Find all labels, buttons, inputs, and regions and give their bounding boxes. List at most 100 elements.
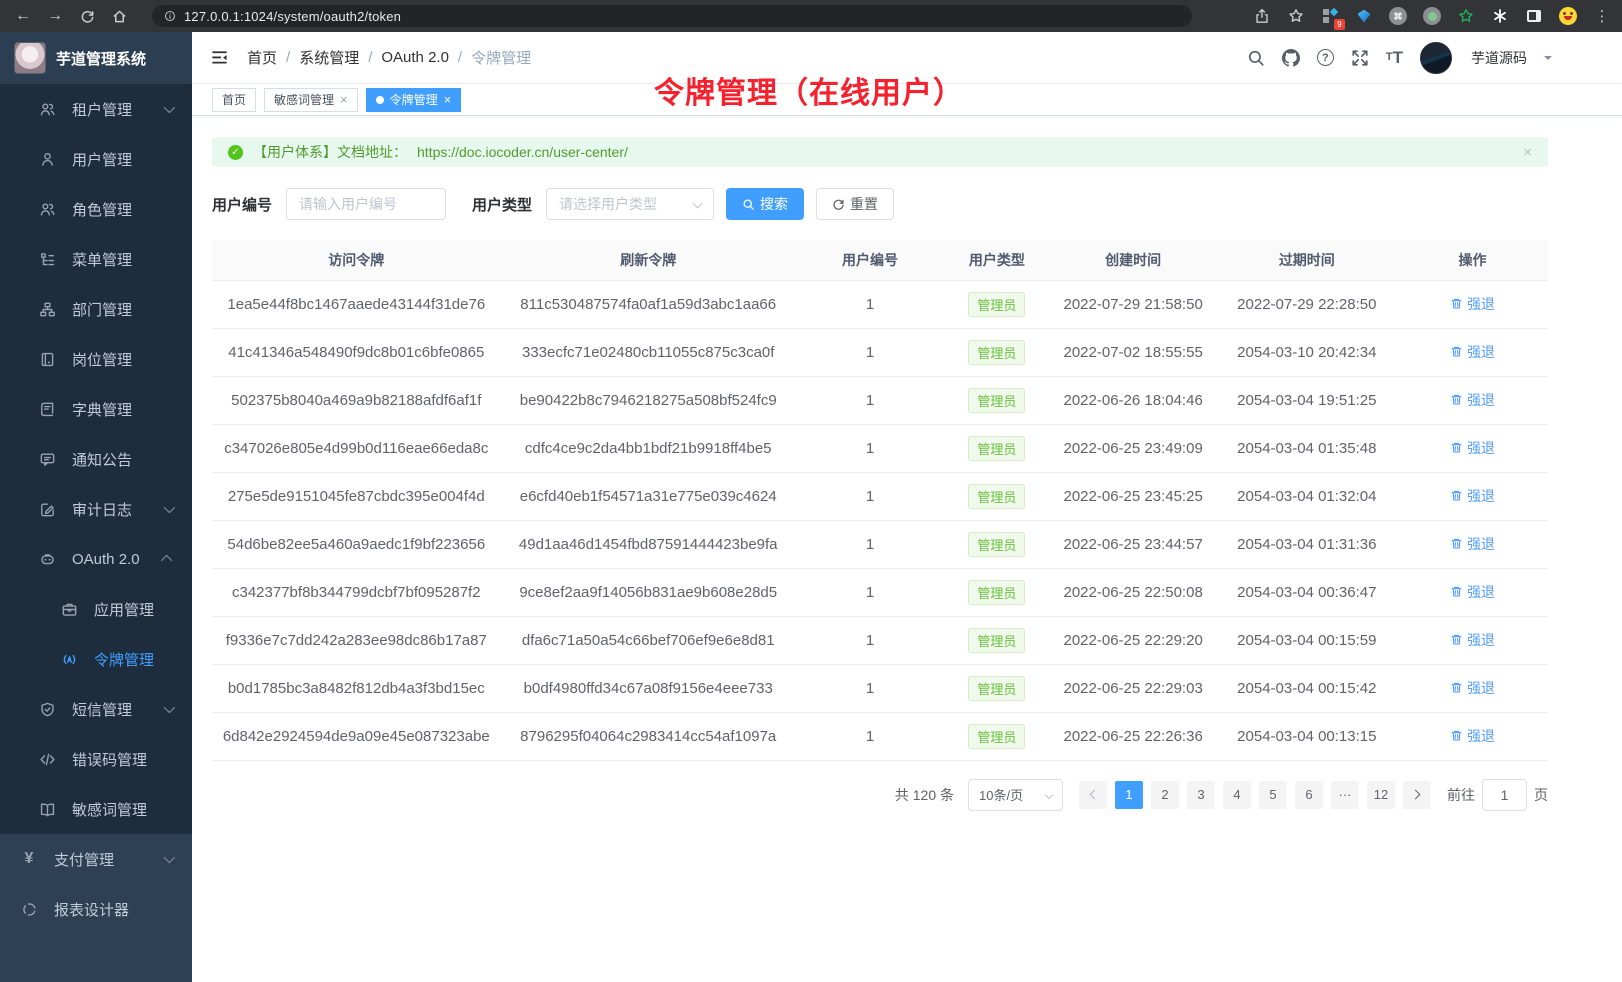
chevron-down-icon (693, 199, 703, 209)
sidebar-item-menu[interactable]: 菜单管理 (0, 234, 192, 284)
search-icon[interactable] (1247, 49, 1265, 67)
user-name[interactable]: 芋道源码 (1471, 48, 1527, 68)
share-icon[interactable] (1252, 6, 1272, 26)
user-type-cell: 管理员 (944, 376, 1050, 424)
app-logo[interactable]: 芋道管理系统 (0, 32, 192, 84)
page-button-1[interactable]: 1 (1115, 781, 1143, 809)
sidebar-item-post[interactable]: 岗位管理 (0, 334, 192, 384)
expires-cell: 2054-03-04 00:13:15 (1217, 712, 1397, 760)
sidebar-item-label: 通知公告 (72, 449, 132, 470)
user-id-input[interactable] (286, 188, 446, 220)
sidebar-item-errcode[interactable]: 错误码管理 (0, 734, 192, 784)
user-id-cell: 1 (796, 376, 944, 424)
breadcrumb-item[interactable]: OAuth 2.0 (381, 49, 449, 66)
extension-record-icon[interactable] (1422, 6, 1442, 26)
force-logout-button[interactable]: 强退 (1450, 342, 1495, 362)
extension-command-icon[interactable] (1388, 6, 1408, 26)
table-row: 6d842e2924594de9a09e45e087323abe8796295f… (212, 712, 1548, 760)
sidebar-fold-icon[interactable] (210, 48, 229, 67)
user-type-select[interactable]: 请选择用户类型 (546, 188, 714, 220)
table-row: c347026e805e4d99b0d116eae66eda8ccdfc4ce9… (212, 424, 1548, 472)
force-logout-button[interactable]: 强退 (1450, 390, 1495, 410)
sidebar-item-report[interactable]: 报表设计器 (0, 884, 192, 934)
table-row: 275e5de9151045fe87cbdc395e004f4de6cfd40e… (212, 472, 1548, 520)
page-button-5[interactable]: 5 (1259, 781, 1287, 809)
force-logout-button[interactable]: 强退 (1450, 294, 1495, 314)
sidebar-item-notice[interactable]: 通知公告 (0, 434, 192, 484)
close-icon[interactable]: × (444, 93, 452, 106)
user-id-cell: 1 (796, 520, 944, 568)
tab-首页[interactable]: 首页 (212, 88, 256, 112)
browser-reload-icon[interactable] (74, 3, 100, 29)
user-type-cell: 管理员 (944, 424, 1050, 472)
font-size-icon[interactable]: TT (1386, 49, 1403, 66)
extension-grid-icon[interactable]: 9 (1320, 6, 1340, 26)
action-cell: 强退 (1397, 280, 1548, 328)
sidebar-item-role[interactable]: 角色管理 (0, 184, 192, 234)
breadcrumb-separator: / (458, 49, 462, 66)
page-button-3[interactable]: 3 (1187, 781, 1215, 809)
browser-back-icon[interactable]: ← (10, 3, 36, 29)
force-logout-button[interactable]: 强退 (1450, 486, 1495, 506)
github-icon[interactable] (1282, 49, 1300, 67)
sidebar-item-dept[interactable]: 部门管理 (0, 284, 192, 334)
browser-menu-icon[interactable]: ⋮ (1592, 6, 1612, 26)
force-logout-button[interactable]: 强退 (1450, 678, 1495, 698)
tab-令牌管理[interactable]: 令牌管理× (366, 88, 462, 112)
goto-page-input[interactable] (1482, 779, 1527, 811)
force-logout-button[interactable]: 强退 (1450, 582, 1495, 602)
sidebar-item-dict[interactable]: 字典管理 (0, 384, 192, 434)
extension-gem-icon[interactable] (1354, 6, 1374, 26)
user-id-cell: 1 (796, 664, 944, 712)
action-cell: 强退 (1397, 520, 1548, 568)
page-info-icon[interactable] (164, 10, 176, 22)
page-button-4[interactable]: 4 (1223, 781, 1251, 809)
user-avatar[interactable] (1420, 42, 1452, 74)
bookmark-star-icon[interactable] (1286, 6, 1306, 26)
page-size-select[interactable]: 10条/页 (968, 779, 1063, 811)
doc-link[interactable]: https://doc.iocoder.cn/user-center/ (417, 144, 628, 160)
sidebar-item-audit[interactable]: 审计日志 (0, 484, 192, 534)
user-type-tag: 管理员 (968, 388, 1025, 413)
trash-icon (1450, 681, 1463, 694)
search-button[interactable]: 搜索 (726, 188, 804, 220)
reset-button[interactable]: 重置 (816, 188, 894, 220)
sidebar-panel-icon[interactable] (1524, 6, 1544, 26)
sidebar-item-sensitive[interactable]: 敏感词管理 (0, 784, 192, 834)
fullscreen-icon[interactable] (1351, 49, 1369, 67)
force-logout-button[interactable]: 强退 (1450, 438, 1495, 458)
url-bar[interactable]: 127.0.0.1:1024/system/oauth2/token (152, 5, 1192, 27)
sidebar-item-user[interactable]: 用户管理 (0, 134, 192, 184)
help-icon[interactable]: ? (1317, 49, 1334, 66)
page-button-6[interactable]: 6 (1295, 781, 1323, 809)
breadcrumb-item[interactable]: 首页 (247, 47, 277, 68)
force-logout-button[interactable]: 强退 (1450, 630, 1495, 650)
profile-avatar-icon[interactable] (1558, 6, 1578, 26)
close-icon[interactable]: × (340, 93, 348, 106)
goto-label: 前往 (1447, 785, 1475, 805)
breadcrumb-item[interactable]: 系统管理 (299, 47, 359, 68)
force-logout-button[interactable]: 强退 (1450, 534, 1495, 554)
sidebar-item-app[interactable]: 应用管理 (0, 584, 192, 634)
sidebar-item-pay[interactable]: ¥支付管理 (0, 834, 192, 884)
next-page-button[interactable] (1403, 781, 1431, 809)
page-button-12[interactable]: 12 (1367, 781, 1395, 809)
page-button-2[interactable]: 2 (1151, 781, 1179, 809)
browser-forward-icon[interactable]: → (42, 3, 68, 29)
tab-敏感词管理[interactable]: 敏感词管理× (264, 88, 358, 112)
topbar: 首页/系统管理/OAuth 2.0/令牌管理 ? TT 芋道源码 (192, 32, 1622, 84)
sidebar-item-token[interactable]: 令牌管理 (0, 634, 192, 684)
extension-asterisk-icon[interactable] (1490, 6, 1510, 26)
user-id-cell: 1 (796, 328, 944, 376)
user-type-tag: 管理员 (968, 532, 1025, 557)
browser-home-icon[interactable] (106, 3, 132, 29)
sidebar-item-sms[interactable]: 短信管理 (0, 684, 192, 734)
alert-close-icon[interactable]: × (1523, 144, 1532, 161)
chevron-down-icon[interactable] (1544, 56, 1552, 64)
extension-star-icon[interactable] (1456, 6, 1476, 26)
sidebar-item-oauth[interactable]: OAuth 2.0 (0, 534, 192, 584)
force-logout-button[interactable]: 强退 (1450, 726, 1495, 746)
created-cell: 2022-06-25 23:49:09 (1050, 424, 1217, 472)
prev-page-button[interactable] (1079, 781, 1107, 809)
sidebar-item-tenant[interactable]: 租户管理 (0, 84, 192, 134)
